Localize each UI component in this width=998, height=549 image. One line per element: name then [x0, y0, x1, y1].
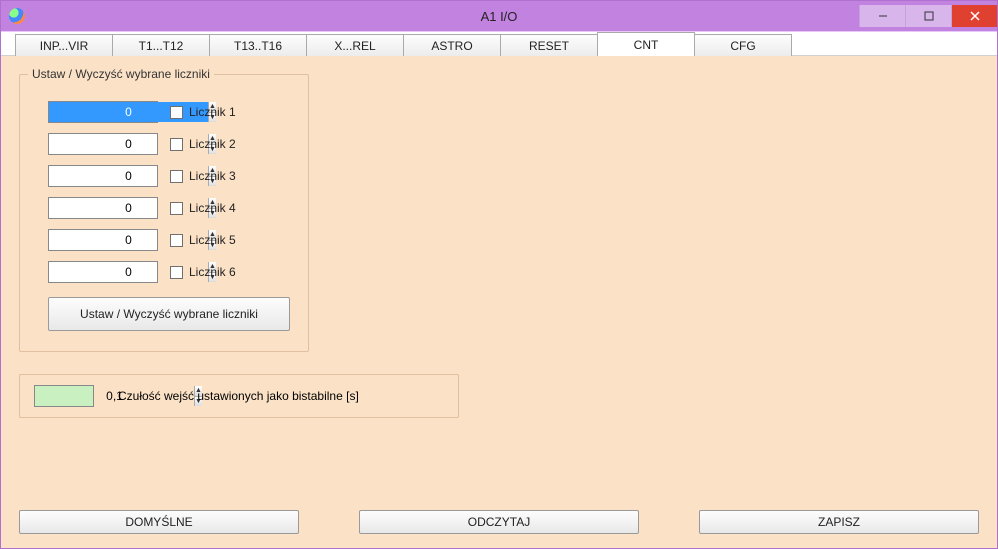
checkbox-box-icon — [170, 202, 183, 215]
tab-cfg[interactable]: CFG — [694, 34, 792, 56]
write-button-label: ZAPISZ — [818, 515, 860, 529]
counter-4-spinner[interactable]: ▲ ▼ — [48, 197, 158, 219]
checkbox-box-icon — [170, 106, 183, 119]
counter-5-label: Licznik 5 — [189, 233, 236, 247]
sensitivity-panel: ▲ ▼ Czułość wejść ustawionych jako bista… — [19, 374, 459, 418]
counter-3-checkbox[interactable]: Licznik 3 — [170, 169, 236, 183]
tab-reset[interactable]: RESET — [500, 34, 598, 56]
minimize-button[interactable] — [859, 5, 905, 27]
app-window: A1 I/O INP...VIR T1...T12 T13..T16 X...R… — [0, 0, 998, 549]
counter-1-label: Licznik 1 — [189, 105, 236, 119]
bottom-button-bar: DOMYŚLNE ODCZYTAJ ZAPISZ — [19, 510, 979, 534]
counter-6-checkbox[interactable]: Licznik 6 — [170, 265, 236, 279]
set-clear-counters-label: Ustaw / Wyczyść wybrane liczniki — [80, 307, 258, 321]
write-button[interactable]: ZAPISZ — [699, 510, 979, 534]
window-title: A1 I/O — [1, 9, 997, 24]
tab-inp-vir[interactable]: INP...VIR — [15, 34, 113, 56]
tabpage-cnt: Ustaw / Wyczyść wybrane liczniki ▲ ▼ Lic… — [1, 56, 997, 548]
counter-3-label: Licznik 3 — [189, 169, 236, 183]
checkbox-box-icon — [170, 234, 183, 247]
counter-row-1: ▲ ▼ Licznik 1 — [48, 101, 290, 123]
groupbox-legend: Ustaw / Wyczyść wybrane liczniki — [28, 67, 214, 81]
maximize-button[interactable] — [905, 5, 951, 27]
counter-6-label: Licznik 6 — [189, 265, 236, 279]
titlebar: A1 I/O — [1, 1, 997, 31]
checkbox-box-icon — [170, 266, 183, 279]
close-button[interactable] — [951, 5, 997, 27]
counter-5-spinner[interactable]: ▲ ▼ — [48, 229, 158, 251]
counters-groupbox: Ustaw / Wyczyść wybrane liczniki ▲ ▼ Lic… — [19, 74, 309, 352]
sensitivity-label: Czułość wejść ustawionych jako bistabiln… — [118, 389, 359, 403]
checkbox-box-icon — [170, 170, 183, 183]
sensitivity-spinner[interactable]: ▲ ▼ — [34, 385, 94, 407]
set-clear-counters-button[interactable]: Ustaw / Wyczyść wybrane liczniki — [48, 297, 290, 331]
counter-3-spinner[interactable]: ▲ ▼ — [48, 165, 158, 187]
default-button-label: DOMYŚLNE — [125, 515, 192, 529]
maximize-icon — [924, 11, 934, 21]
counter-row-4: ▲ ▼ Licznik 4 — [48, 197, 290, 219]
close-icon — [970, 11, 980, 21]
client-area: INP...VIR T1...T12 T13..T16 X...REL ASTR… — [1, 31, 997, 548]
checkbox-box-icon — [170, 138, 183, 151]
minimize-icon — [878, 11, 888, 21]
counter-4-label: Licznik 4 — [189, 201, 236, 215]
counter-row-2: ▲ ▼ Licznik 2 — [48, 133, 290, 155]
tabstrip: INP...VIR T1...T12 T13..T16 X...REL ASTR… — [1, 32, 997, 56]
read-button-label: ODCZYTAJ — [468, 515, 530, 529]
tab-t13-t16[interactable]: T13..T16 — [209, 34, 307, 56]
tab-cnt[interactable]: CNT — [597, 32, 695, 56]
default-button[interactable]: DOMYŚLNE — [19, 510, 299, 534]
counter-1-spinner[interactable]: ▲ ▼ — [48, 101, 158, 123]
counter-row-6: ▲ ▼ Licznik 6 — [48, 261, 290, 283]
counter-1-checkbox[interactable]: Licznik 1 — [170, 105, 236, 119]
window-controls — [859, 5, 997, 27]
read-button[interactable]: ODCZYTAJ — [359, 510, 639, 534]
tab-astro[interactable]: ASTRO — [403, 34, 501, 56]
counter-row-5: ▲ ▼ Licznik 5 — [48, 229, 290, 251]
tab-x-rel[interactable]: X...REL — [306, 34, 404, 56]
counter-2-label: Licznik 2 — [189, 137, 236, 151]
counter-2-spinner[interactable]: ▲ ▼ — [48, 133, 158, 155]
counter-row-3: ▲ ▼ Licznik 3 — [48, 165, 290, 187]
counter-4-checkbox[interactable]: Licznik 4 — [170, 201, 236, 215]
counter-2-checkbox[interactable]: Licznik 2 — [170, 137, 236, 151]
tab-t1-t12[interactable]: T1...T12 — [112, 34, 210, 56]
app-icon — [9, 8, 25, 24]
counter-5-checkbox[interactable]: Licznik 5 — [170, 233, 236, 247]
counter-6-spinner[interactable]: ▲ ▼ — [48, 261, 158, 283]
